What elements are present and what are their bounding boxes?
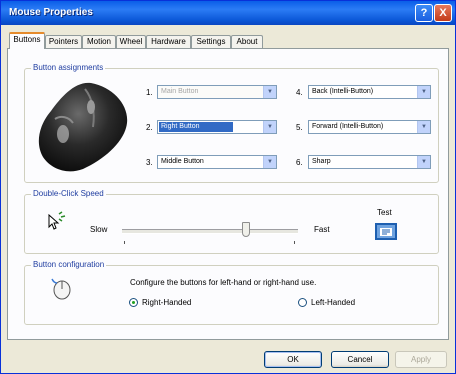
configuration-description: Configure the buttons for left-hand or r… xyxy=(130,278,317,287)
assignment-2-value: Right Button xyxy=(159,122,233,132)
assignment-4-value: Back (Intelli-Button) xyxy=(312,88,374,95)
window-title: Mouse Properties xyxy=(9,7,93,18)
right-handed-radio[interactable] xyxy=(129,298,138,307)
ok-button[interactable]: OK xyxy=(264,351,322,368)
assignment-4-select[interactable]: Back (Intelli-Button) ▼ xyxy=(308,85,431,99)
chevron-down-icon: ▼ xyxy=(263,86,276,98)
double-click-speed-title: Double-Click Speed xyxy=(31,189,106,198)
slider-tick xyxy=(294,241,295,244)
assignment-6-select[interactable]: Sharp ▼ xyxy=(308,155,431,169)
assignment-6-number: 6. xyxy=(296,158,303,167)
assignment-2-number: 2. xyxy=(146,123,153,132)
chevron-down-icon[interactable]: ▼ xyxy=(417,86,430,98)
assignment-3-number: 3. xyxy=(146,158,153,167)
tab-hardware[interactable]: Hardware xyxy=(146,35,191,48)
assignment-5-number: 5. xyxy=(296,123,303,132)
left-handed-radio[interactable] xyxy=(298,298,307,307)
button-configuration-title: Button configuration xyxy=(31,260,107,269)
chevron-down-icon[interactable]: ▼ xyxy=(263,156,276,168)
right-handed-label[interactable]: Right-Handed xyxy=(142,298,191,307)
fast-label: Fast xyxy=(314,225,330,234)
mouse-properties-window: Mouse Properties ? X Buttons Pointers Mo… xyxy=(0,0,456,374)
assignment-5-value: Forward (Intelli-Button) xyxy=(312,123,384,130)
apply-button[interactable]: Apply xyxy=(395,351,447,368)
slider-tick xyxy=(124,241,125,244)
assignment-5-select[interactable]: Forward (Intelli-Button) ▼ xyxy=(308,120,431,134)
double-click-speed-slider[interactable] xyxy=(242,222,250,237)
tab-buttons[interactable]: Buttons xyxy=(9,32,45,49)
folder-test-icon[interactable] xyxy=(374,220,399,242)
assignment-6-value: Sharp xyxy=(312,158,331,165)
help-button[interactable]: ? xyxy=(415,4,433,22)
chevron-down-icon[interactable]: ▼ xyxy=(417,121,430,133)
double-click-icon xyxy=(48,211,66,230)
slow-label: Slow xyxy=(90,225,108,234)
assignment-1-select: Main Button ▼ xyxy=(157,85,277,99)
left-handed-label[interactable]: Left-Handed xyxy=(311,298,355,307)
tab-about[interactable]: About xyxy=(231,35,263,48)
tab-settings[interactable]: Settings xyxy=(191,35,231,48)
tab-pointers[interactable]: Pointers xyxy=(45,35,82,48)
test-label: Test xyxy=(377,208,392,217)
button-assignments-title: Button assignments xyxy=(31,63,106,72)
slider-track[interactable] xyxy=(122,229,298,234)
assignment-2-select[interactable]: Right Button ▼ xyxy=(157,120,277,134)
assignment-3-select[interactable]: Middle Button ▼ xyxy=(157,155,277,169)
mouse-icon xyxy=(38,82,128,172)
chevron-down-icon[interactable]: ▼ xyxy=(417,156,430,168)
cancel-button[interactable]: Cancel xyxy=(331,351,389,368)
assignment-1-value: Main Button xyxy=(161,88,199,95)
chevron-down-icon[interactable]: ▼ xyxy=(263,121,276,133)
assignment-3-value: Middle Button xyxy=(161,158,204,165)
tab-wheel[interactable]: Wheel xyxy=(116,35,146,48)
assignment-1-number: 1. xyxy=(146,88,153,97)
close-button[interactable]: X xyxy=(434,4,452,22)
tab-motion[interactable]: Motion xyxy=(82,35,116,48)
button-configuration-group: Button configuration xyxy=(24,260,439,325)
assignment-4-number: 4. xyxy=(296,88,303,97)
mouse-config-icon xyxy=(51,278,71,300)
title-bar[interactable]: Mouse Properties ? X xyxy=(1,1,455,25)
